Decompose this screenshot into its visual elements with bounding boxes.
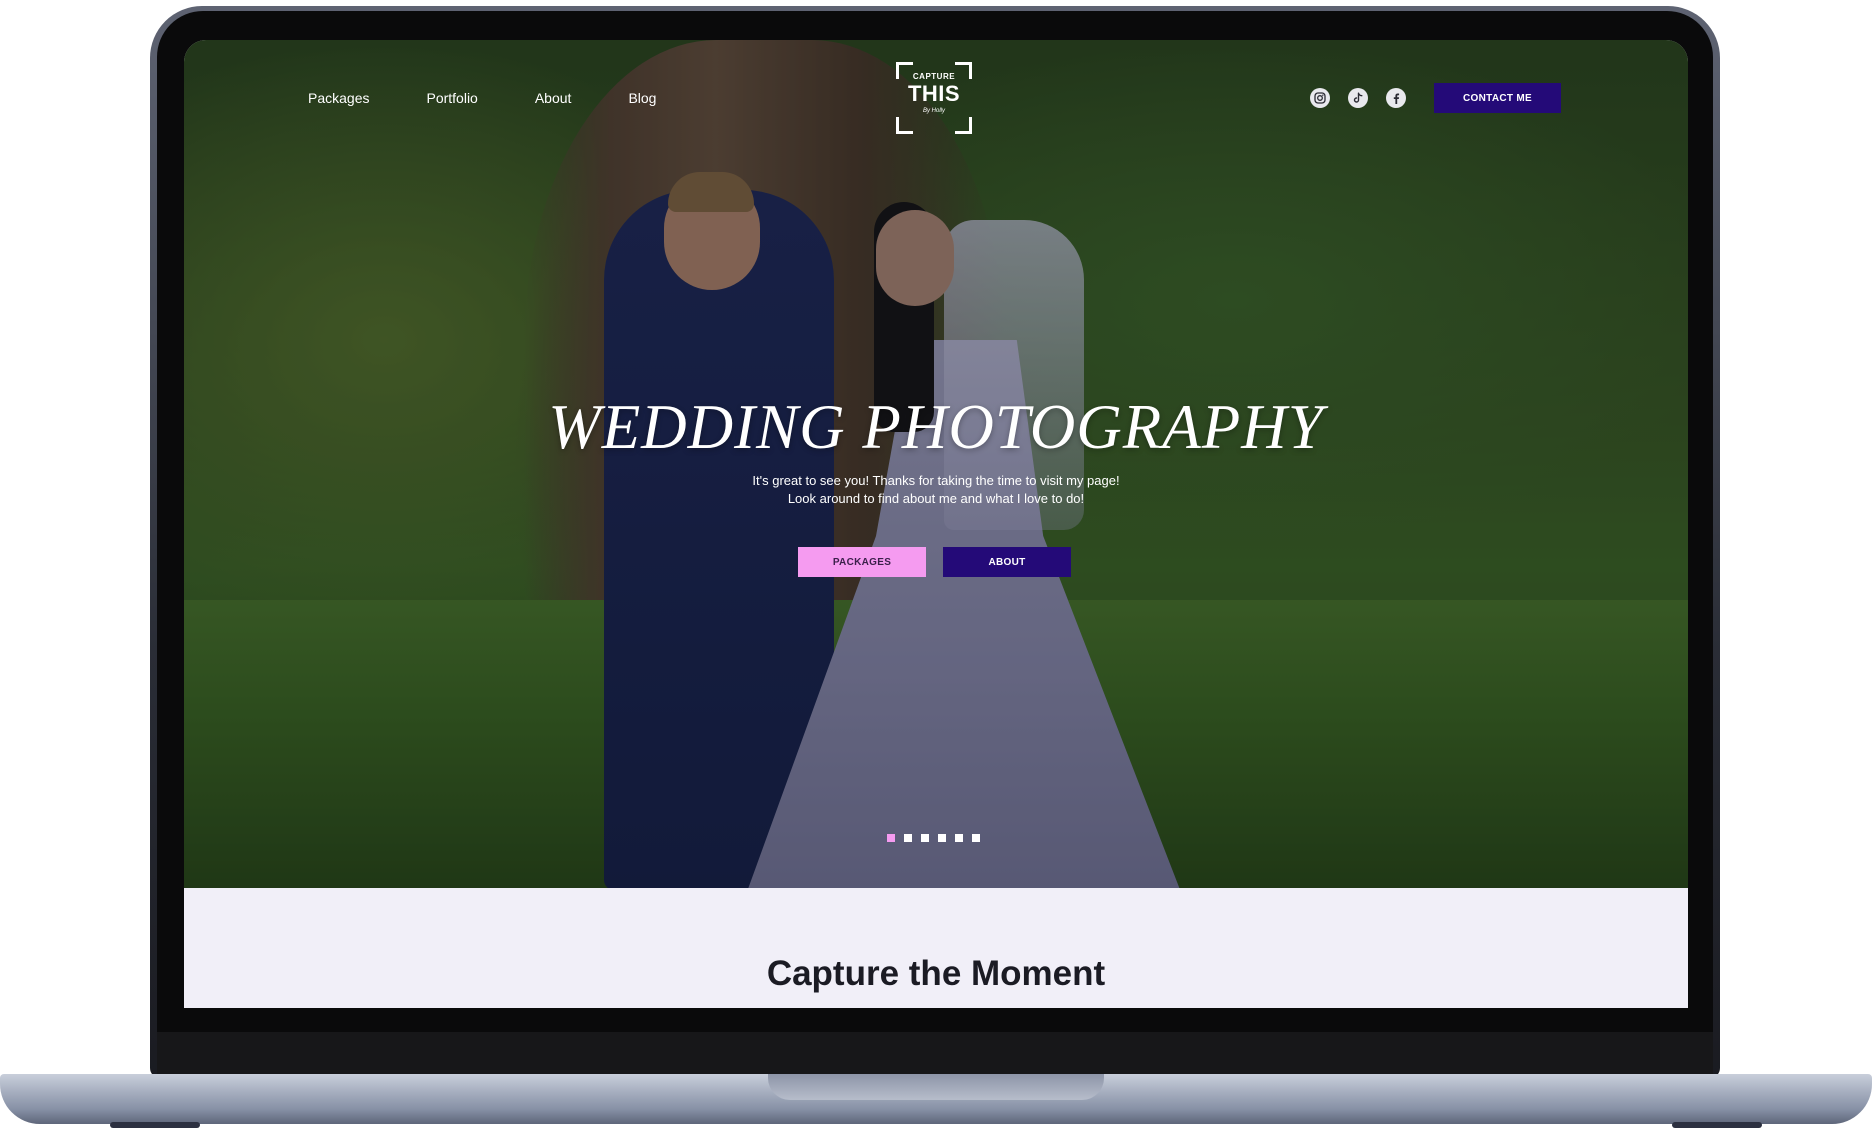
slider-dot[interactable]	[938, 834, 946, 842]
hero-subtitle-line2: Look around to find about me and what I …	[787, 491, 1085, 506]
packages-button[interactable]: PACKAGES	[798, 547, 926, 577]
tiktok-icon[interactable]	[1348, 88, 1368, 108]
hero-section: Packages Portfolio About Blog CAPTURE TH…	[184, 40, 1688, 888]
nav-link-portfolio[interactable]: Portfolio	[426, 90, 477, 106]
contact-me-button[interactable]: CONTACT ME	[1434, 83, 1561, 113]
logo-script-text: By Holly	[922, 108, 945, 114]
laptop-foot	[1672, 1122, 1762, 1128]
main-nav: Packages Portfolio About Blog	[308, 90, 713, 106]
laptop-screen: Packages Portfolio About Blog CAPTURE TH…	[184, 40, 1688, 1008]
site-logo[interactable]: CAPTURE THIS By Holly	[896, 62, 972, 134]
slider-dot[interactable]	[887, 834, 895, 842]
slider-dot[interactable]	[904, 834, 912, 842]
laptop-base-notch	[768, 1074, 1104, 1100]
hero-title: WEDDING PHOTOGRAPHY	[548, 392, 1324, 462]
nav-link-about[interactable]: About	[535, 90, 572, 106]
laptop-bezel-bottom	[157, 1032, 1713, 1077]
slider-dots	[887, 834, 980, 842]
laptop-foot	[110, 1122, 200, 1128]
hero-subtitle-line1: It's great to see you! Thanks for taking…	[752, 473, 1120, 488]
logo-top-text: CAPTURE	[912, 72, 956, 81]
instagram-icon[interactable]	[1310, 88, 1330, 108]
slider-dot[interactable]	[972, 834, 980, 842]
logo-main-text: THIS	[907, 81, 961, 106]
hero-subtitle: It's great to see you! Thanks for taking…	[184, 472, 1688, 508]
logo-corner	[955, 117, 972, 134]
facebook-icon[interactable]	[1386, 88, 1406, 108]
social-links	[1310, 88, 1406, 108]
section-title: Capture the Moment	[766, 954, 1106, 993]
nav-link-packages[interactable]: Packages	[308, 90, 369, 106]
logo-corner	[896, 117, 913, 134]
slider-dot[interactable]	[955, 834, 963, 842]
nav-link-blog[interactable]: Blog	[628, 90, 656, 106]
hero-overlay	[184, 40, 1688, 888]
about-button[interactable]: ABOUT	[943, 547, 1071, 577]
slider-dot[interactable]	[921, 834, 929, 842]
